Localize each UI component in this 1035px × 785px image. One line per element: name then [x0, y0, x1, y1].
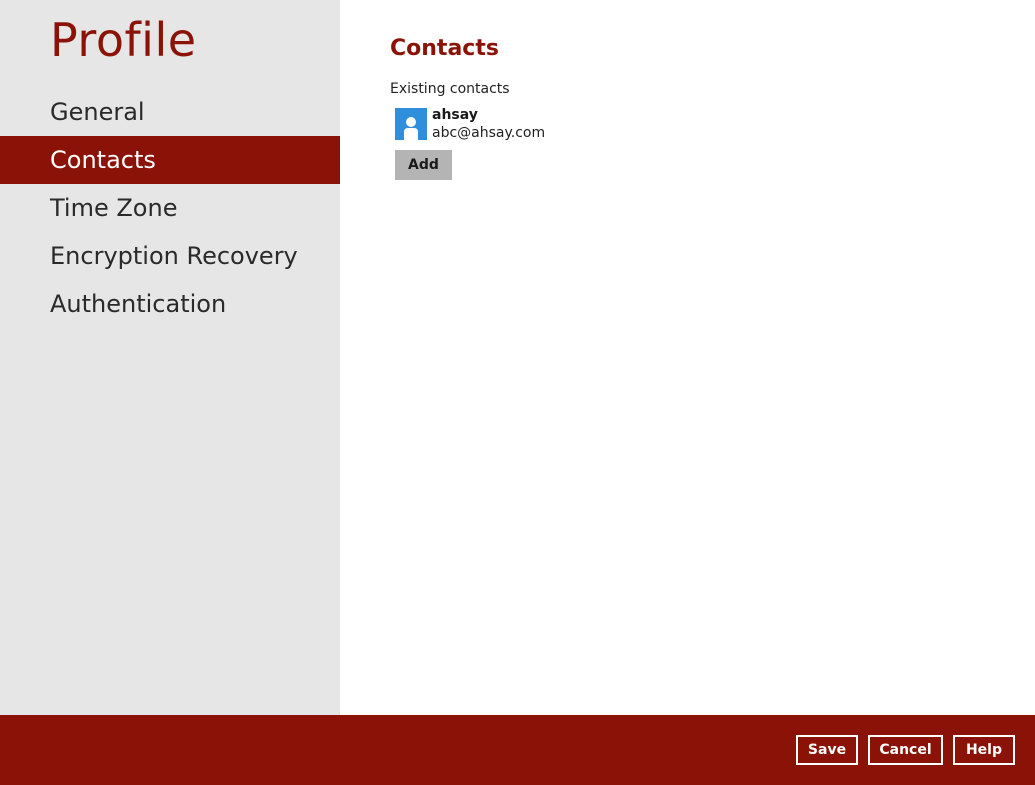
save-button[interactable]: Save [796, 735, 858, 765]
user-avatar-icon [395, 108, 427, 140]
contact-email: abc@ahsay.com [432, 125, 546, 141]
cancel-button[interactable]: Cancel [868, 735, 943, 765]
existing-contacts-label: Existing contacts [390, 81, 510, 97]
sidebar-item-encryption-recovery[interactable]: Encryption Recovery [0, 232, 340, 280]
sidebar-nav: General Contacts Time Zone Encryption Re… [0, 88, 340, 328]
sidebar-item-authentication[interactable]: Authentication [0, 280, 340, 328]
contact-name: ahsay [432, 107, 478, 123]
contact-details: ahsay abc@ahsay.com [432, 106, 545, 142]
sidebar-item-time-zone[interactable]: Time Zone [0, 184, 340, 232]
section-title: Contacts [390, 36, 499, 61]
main-panel: Contacts Existing contacts ahsay abc@ahs… [340, 0, 1035, 715]
sidebar-item-general[interactable]: General [0, 88, 340, 136]
add-contact-button[interactable]: Add [395, 150, 452, 180]
contact-item[interactable]: ahsay abc@ahsay.com [395, 106, 545, 142]
help-button[interactable]: Help [953, 735, 1015, 765]
sidebar: Profile General Contacts Time Zone Encry… [0, 0, 340, 715]
footer-bar: Save Cancel Help [0, 715, 1035, 785]
sidebar-item-contacts[interactable]: Contacts [0, 136, 340, 184]
page-title: Profile [50, 13, 197, 67]
